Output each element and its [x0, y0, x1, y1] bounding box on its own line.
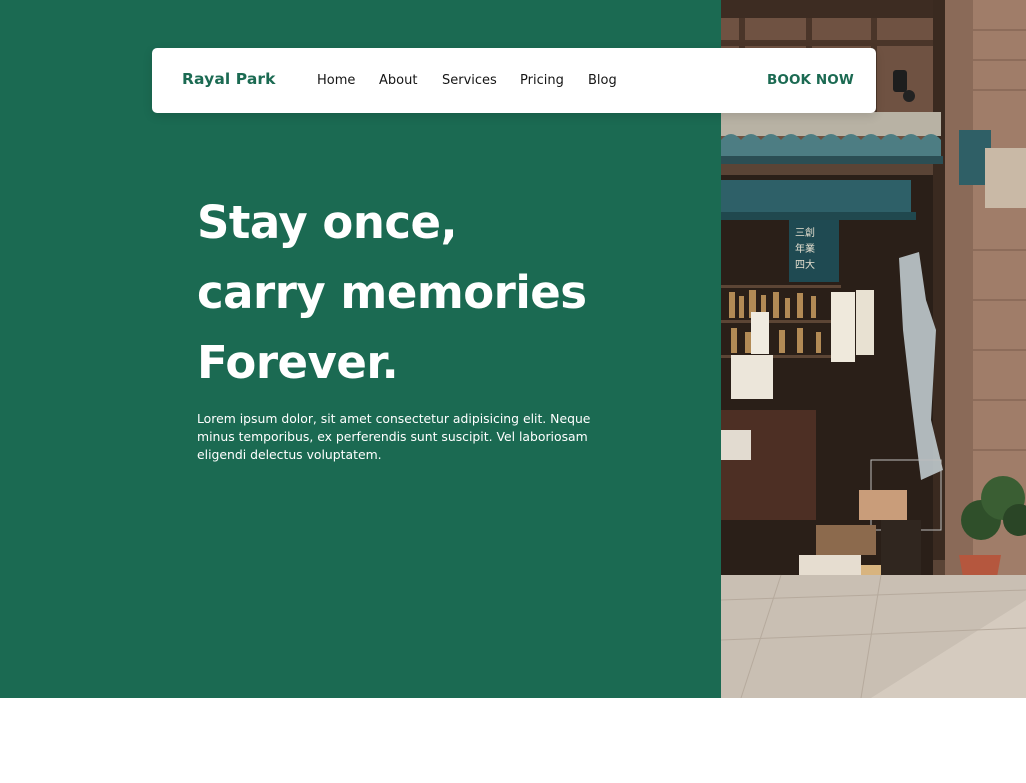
- brand-logo[interactable]: Rayal Park: [182, 70, 276, 88]
- nav-link-pricing[interactable]: Pricing: [520, 73, 564, 88]
- nav-link-services[interactable]: Services: [442, 73, 497, 88]
- hero-section: 三創 年業 四大 Rayal Park Home About Services …: [0, 0, 1026, 698]
- nav-link-blog[interactable]: Blog: [588, 73, 617, 88]
- headline-line-2: carry memories: [197, 266, 587, 319]
- hero-headline: Stay once, carry memories Forever.: [197, 188, 667, 398]
- book-now-button[interactable]: BOOK NOW: [767, 72, 854, 88]
- nav-link-about[interactable]: About: [379, 73, 417, 88]
- svg-text:年業: 年業: [795, 242, 815, 255]
- headline-line-1: Stay once,: [197, 196, 458, 249]
- svg-text:四大: 四大: [795, 258, 815, 271]
- hero-description: Lorem ipsum dolor, sit amet consectetur …: [197, 411, 591, 462]
- svg-text:三創: 三創: [795, 227, 815, 239]
- navbar: Rayal Park Home About Services Pricing B…: [152, 48, 876, 113]
- nav-link-home[interactable]: Home: [317, 73, 355, 88]
- headline-line-3: Forever.: [197, 336, 399, 389]
